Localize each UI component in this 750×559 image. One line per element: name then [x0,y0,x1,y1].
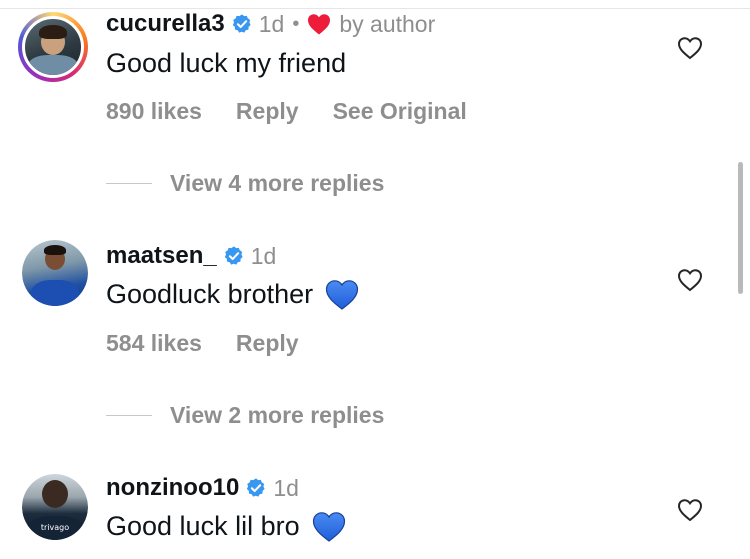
comment-actions: 890 likes Reply See Original [106,98,501,125]
heart-outline-icon[interactable] [677,36,703,60]
reply-button[interactable]: Reply [236,330,299,357]
verified-badge-icon [224,246,243,265]
comment-header: maatsen_ 1d [106,242,276,270]
avatar[interactable] [22,240,88,306]
view-more-replies-button[interactable]: View 4 more replies [106,170,384,197]
blue-heart-emoji [326,280,359,310]
liked-by-author-label: by author [339,10,436,37]
verified-badge-icon [247,478,265,497]
avatar[interactable]: trivago [22,474,88,540]
heart-outline-icon[interactable] [677,268,703,292]
comment-text-content: Goodluck brother [106,279,314,309]
likes-count[interactable]: 890 likes [106,98,202,125]
top-divider [0,8,750,9]
view-more-label: View 2 more replies [170,402,385,428]
timestamp: 1d [258,10,285,37]
heart-outline-icon[interactable] [677,498,703,522]
view-more-line [106,183,152,184]
comment-header: cucurella3 1d • by author [106,10,435,38]
username[interactable]: cucurella3 [106,10,225,38]
comment-text-content: Good luck lil bro [106,511,300,541]
avatar[interactable] [18,12,88,82]
likes-count[interactable]: 584 likes [106,330,202,357]
timestamp: 1d [273,474,299,501]
red-heart-icon [308,14,331,35]
view-more-replies-button[interactable]: View 2 more replies [106,402,384,429]
username[interactable]: nonzinoo10 [106,474,239,502]
reply-button[interactable]: Reply [236,98,299,125]
avatar-image [22,16,84,78]
comment-header: nonzinoo10 1d [106,474,299,502]
timestamp: 1d [250,242,277,269]
avatar-image [22,240,88,306]
scrollbar[interactable] [738,162,743,294]
see-original-button[interactable]: See Original [333,98,467,125]
verified-badge-icon [232,14,251,33]
avatar-image: trivago [22,474,88,540]
comment-text: Good luck my friend [106,48,347,78]
comment-text: Goodluck brother [106,279,359,310]
comment-text: Good luck lil bro [106,511,346,542]
username[interactable]: maatsen_ [106,242,217,270]
separator-dot: • [292,12,300,35]
view-more-line [106,415,152,416]
view-more-label: View 4 more replies [170,170,385,196]
comment-actions: 584 likes Reply [106,330,333,357]
shirt-sponsor-text: trivago [40,523,70,532]
blue-heart-emoji [312,512,345,542]
